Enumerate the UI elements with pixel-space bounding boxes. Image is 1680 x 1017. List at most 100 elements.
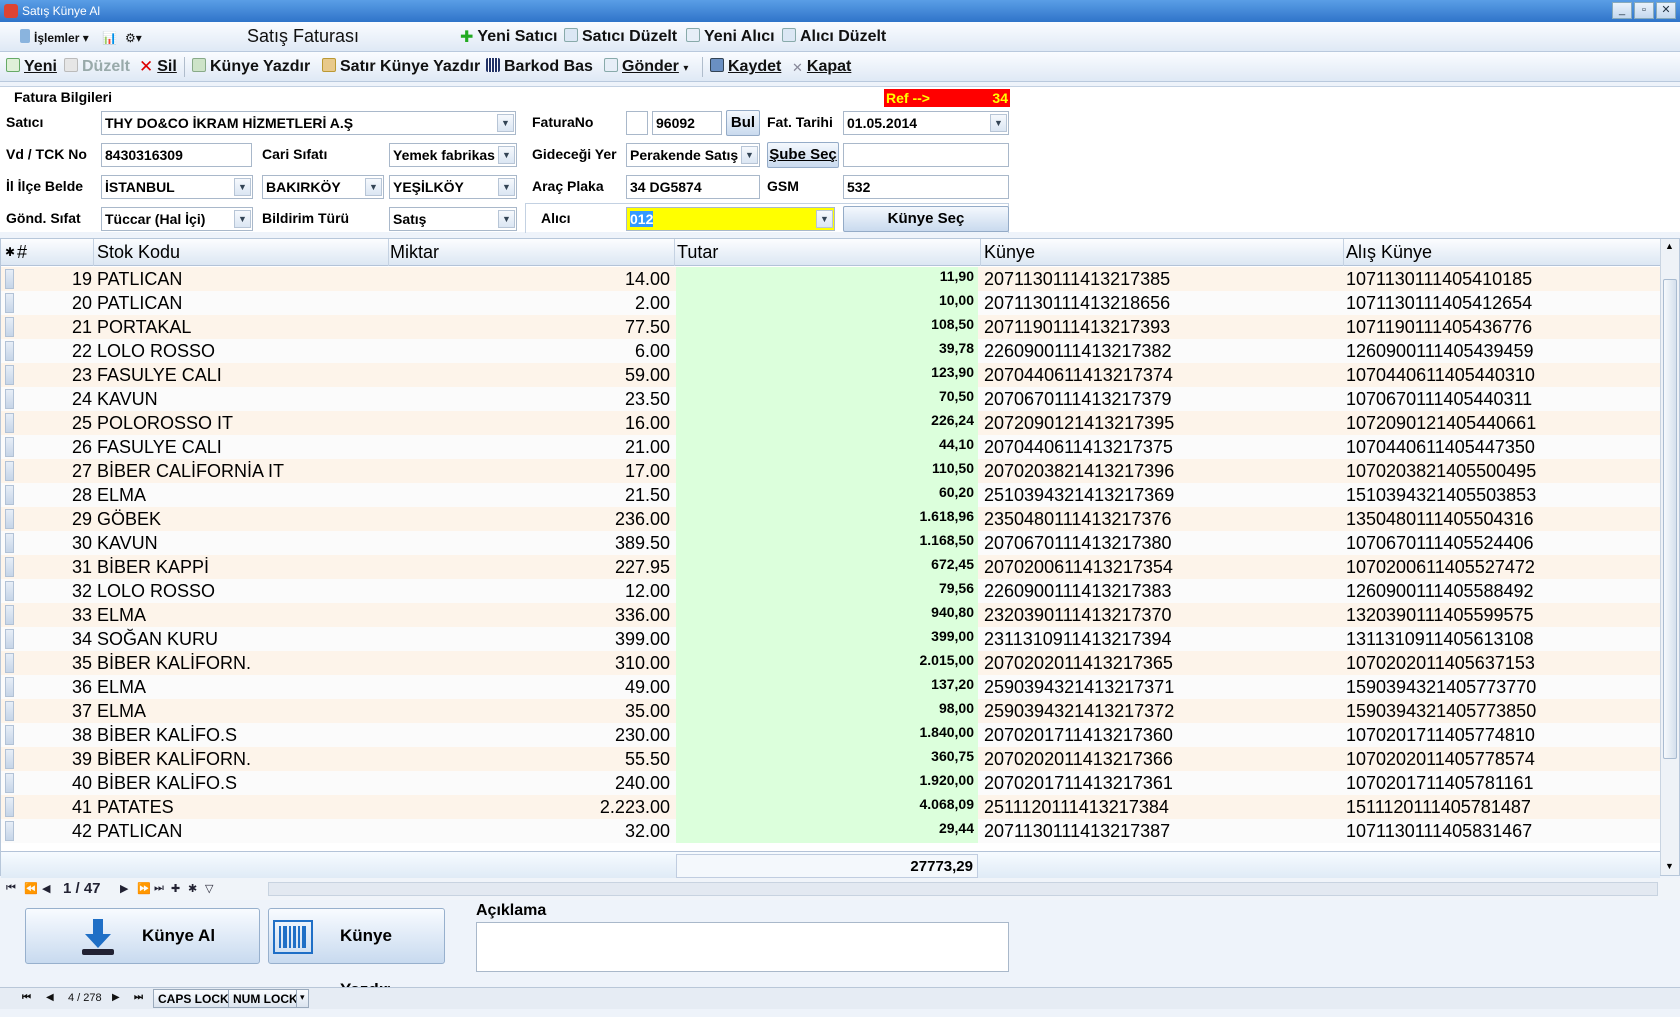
table-row[interactable]: 1.840,00 38 BİBER KALİFO.S 230.00 2070201711…	[1, 723, 1660, 747]
row-selector[interactable]	[5, 461, 14, 481]
alis-kunye-cell[interactable]: 1260900111405588492	[1346, 581, 1534, 602]
chevron-down-icon[interactable]: ▼	[234, 210, 251, 228]
alis-kunye-cell[interactable]: 1070202011405637153	[1346, 653, 1535, 674]
tutar-cell[interactable]: 672,45	[676, 555, 978, 579]
table-row[interactable]: 79,56 32 LOLO ROSSO 12.00 226090011141321738…	[1, 579, 1660, 603]
alis-kunye-cell[interactable]: 1071130111405831467	[1346, 821, 1532, 842]
alis-kunye-cell[interactable]: 1070670111405440311	[1346, 389, 1532, 410]
alis-kunye-cell[interactable]: 1320390111405599575	[1346, 605, 1534, 626]
stok-kodu-cell[interactable]: ELMA	[97, 485, 146, 506]
stok-kodu-cell[interactable]: FASULYE CALI	[97, 365, 222, 386]
row-selector[interactable]	[5, 437, 14, 457]
alis-kunye-cell[interactable]: 1511120111405781487	[1346, 797, 1531, 818]
kunye-sec-button[interactable]: Künye Seç	[843, 206, 1009, 232]
kunye-cell[interactable]: 2071190111413217393	[984, 317, 1170, 338]
satir-kunye-yazdir-button[interactable]: Satır Künye Yazdır	[322, 57, 480, 77]
table-row[interactable]: 940,80 33 ELMA 336.00 2320390111413217370 132…	[1, 603, 1660, 627]
tutar-cell[interactable]: 940,80	[676, 603, 978, 627]
row-selector[interactable]	[5, 773, 14, 793]
vertical-scrollbar[interactable]: ▲ ▼	[1660, 239, 1679, 875]
gsm-input[interactable]: 532	[843, 175, 1009, 199]
kunye-cell[interactable]: 2350480111413217376	[984, 509, 1172, 530]
tutar-cell[interactable]: 98,00	[676, 699, 978, 723]
miktar-cell[interactable]: 227.95	[390, 557, 670, 578]
table-row[interactable]: 98,00 37 ELMA 35.00 2590394321413217372 15903…	[1, 699, 1660, 723]
alis-kunye-cell[interactable]: 1071130111405412654	[1346, 293, 1532, 314]
tutar-cell[interactable]: 1.920,00	[676, 771, 978, 795]
row-selector[interactable]	[5, 533, 14, 553]
column-divider[interactable]	[1343, 239, 1344, 266]
miktar-cell[interactable]: 236.00	[390, 509, 670, 530]
row-selector[interactable]	[5, 485, 14, 505]
gonder-menu[interactable]: Gönder ▾	[604, 57, 688, 79]
aciklama-textarea[interactable]	[476, 922, 1009, 972]
tutar-cell[interactable]: 60,20	[676, 483, 978, 507]
miktar-cell[interactable]: 23.50	[390, 389, 670, 410]
tutar-cell[interactable]: 226,24	[676, 411, 978, 435]
miktar-cell[interactable]: 2.223.00	[390, 797, 670, 818]
table-row[interactable]: 1.168,50 30 KAVUN 389.50 2070670111413217380…	[1, 531, 1660, 555]
minimize-button[interactable]: _	[1612, 2, 1632, 19]
tutar-cell[interactable]: 39,78	[676, 339, 978, 363]
kunye-cell[interactable]: 2070201711413217361	[984, 773, 1173, 794]
kunye-cell[interactable]: 2071130111413217387	[984, 821, 1170, 842]
table-row[interactable]: 399,00 34 SOĞAN KURU 399.00 2311310911413217…	[1, 627, 1660, 651]
tutar-cell[interactable]: 1.840,00	[676, 723, 978, 747]
satici-duzelt-button[interactable]: Satıcı Düzelt	[564, 27, 677, 47]
alis-kunye-cell[interactable]: 1311310911405613108	[1346, 629, 1534, 650]
table-row[interactable]: 1.618,96 29 GÖBEK 236.00 2350480111413217376…	[1, 507, 1660, 531]
gidecegi-select[interactable]: Perakende Satış ▼	[626, 143, 760, 167]
tutar-cell[interactable]: 137,20	[676, 675, 978, 699]
miktar-cell[interactable]: 17.00	[390, 461, 670, 482]
column-tutar[interactable]: Tutar	[677, 242, 718, 263]
row-selector[interactable]	[5, 509, 14, 529]
miktar-cell[interactable]: 59.00	[390, 365, 670, 386]
alis-kunye-cell[interactable]: 1350480111405504316	[1346, 509, 1534, 530]
islemler-menu[interactable]: İşlemler ▾	[20, 28, 89, 48]
tutar-cell[interactable]: 10,00	[676, 291, 978, 315]
column-divider[interactable]	[93, 239, 94, 266]
stok-kodu-cell[interactable]: FASULYE CALI	[97, 437, 222, 458]
table-row[interactable]: 108,50 21 PORTAKAL 77.50 2071190111413217393…	[1, 315, 1660, 339]
column-kunye[interactable]: Künye	[984, 242, 1035, 263]
kunye-cell[interactable]: 2510394321413217369	[984, 485, 1174, 506]
kunye-cell[interactable]: 2070202011413217365	[984, 653, 1173, 674]
kunye-cell[interactable]: 2072090121413217395	[984, 413, 1174, 434]
alis-kunye-cell[interactable]: 1072090121405440661	[1346, 413, 1536, 434]
il-select[interactable]: İSTANBUL ▼	[101, 175, 253, 199]
plaka-input[interactable]: 34 DG5874	[626, 175, 760, 199]
kunye-cell[interactable]: 2070200611413217354	[984, 557, 1173, 578]
chevron-down-icon[interactable]: ▼	[741, 146, 758, 164]
scroll-down-icon[interactable]: ▼	[1665, 861, 1674, 871]
stok-kodu-cell[interactable]: ELMA	[97, 701, 146, 722]
kapat-button[interactable]: ✕ Kapat	[792, 57, 851, 77]
sube-sec-button[interactable]: Şube Seç	[767, 142, 839, 168]
bul-button[interactable]: Bul	[726, 110, 760, 136]
table-row[interactable]: 1.920,00 40 BİBER KALİFO.S 240.00 2070201711…	[1, 771, 1660, 795]
miktar-cell[interactable]: 230.00	[390, 725, 670, 746]
miktar-cell[interactable]: 55.50	[390, 749, 670, 770]
tutar-cell[interactable]: 11,90	[676, 267, 978, 291]
row-selector[interactable]	[5, 605, 14, 625]
miktar-cell[interactable]: 21.00	[390, 437, 670, 458]
column-miktar[interactable]: Miktar	[390, 242, 439, 263]
tutar-cell[interactable]: 1.168,50	[676, 531, 978, 555]
table-row[interactable]: 11,90 19 PATLICAN 14.00 2071130111413217385 1…	[1, 267, 1660, 291]
miktar-cell[interactable]: 35.00	[390, 701, 670, 722]
table-row[interactable]: 360,75 39 BİBER KALİFORN. 55.50 207020201141…	[1, 747, 1660, 771]
table-row[interactable]: 44,10 26 FASULYE CALI 21.00 2070440611413217…	[1, 435, 1660, 459]
kunye-cell[interactable]: 2511120111413217384	[984, 797, 1169, 818]
stok-kodu-cell[interactable]: PATLICAN	[97, 269, 182, 290]
row-select-all-icon[interactable]: ✱	[5, 245, 15, 259]
stok-kodu-cell[interactable]: PATLICAN	[97, 293, 182, 314]
row-selector[interactable]	[5, 317, 14, 337]
stok-kodu-cell[interactable]: BİBER CALİFORNİA IT	[97, 461, 284, 482]
horizontal-scrollbar[interactable]	[268, 882, 1658, 896]
stok-kodu-cell[interactable]: PORTAKAL	[97, 317, 191, 338]
miktar-cell[interactable]: 49.00	[390, 677, 670, 698]
yeni-alici-button[interactable]: Yeni Alıcı	[686, 27, 775, 47]
chevron-down-icon[interactable]: ▼	[497, 114, 514, 132]
alis-kunye-cell[interactable]: 1070440611405447350	[1346, 437, 1535, 458]
yeni-satici-button[interactable]: ✚ Yeni Satıcı	[460, 27, 557, 47]
kunye-cell[interactable]: 2070202011413217366	[984, 749, 1173, 770]
